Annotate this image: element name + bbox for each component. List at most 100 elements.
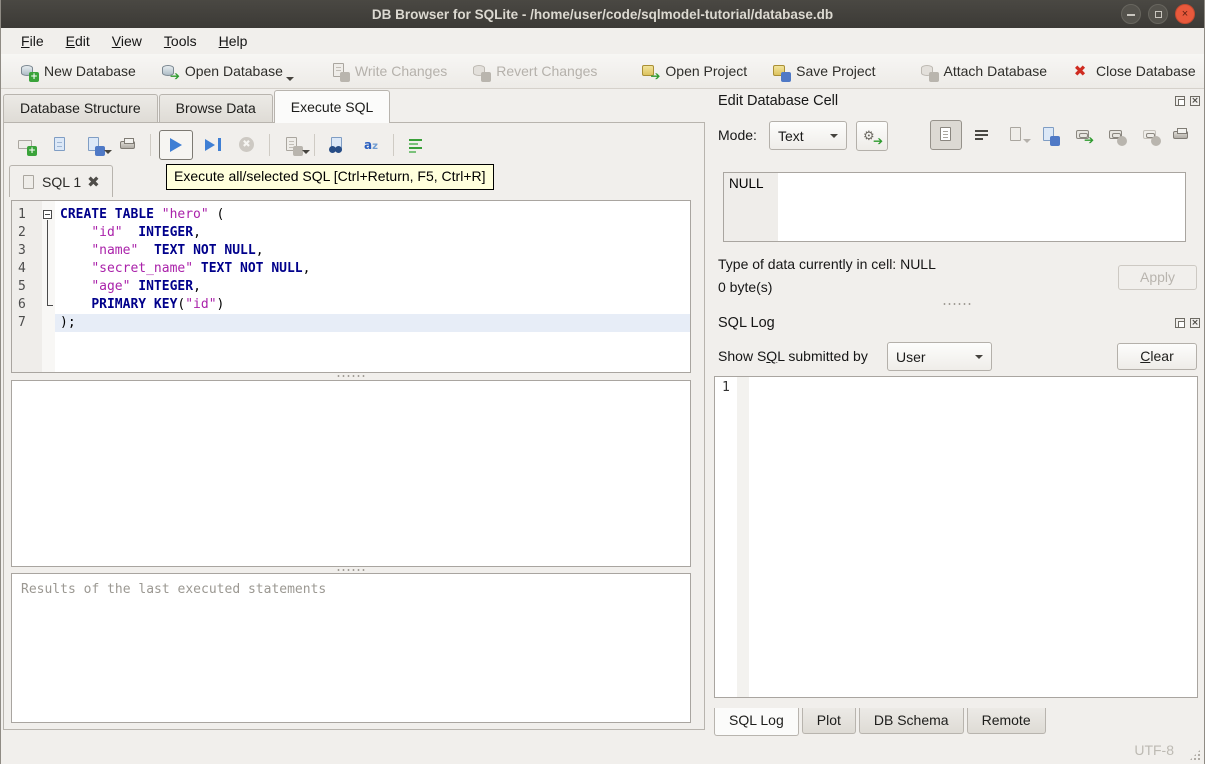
open-database-button[interactable]: ➔ Open Database — [148, 57, 306, 85]
menu-tools[interactable]: Tools — [154, 30, 207, 52]
close-sql-tab-icon[interactable]: ✖ — [87, 173, 100, 191]
save-results-icon — [283, 136, 303, 156]
menu-file[interactable]: File — [11, 30, 54, 52]
open-database-icon: ➔ — [160, 62, 180, 82]
print-cell-button[interactable] — [1165, 120, 1197, 150]
title-bar[interactable]: DB Browser for SQLite - /home/user/code/… — [1, 0, 1204, 28]
format-sql-button[interactable] — [402, 130, 430, 160]
save-sql-dropdown-icon[interactable] — [104, 150, 112, 154]
maximize-button[interactable] — [1148, 4, 1168, 24]
revert-changes-button[interactable]: Revert Changes — [459, 57, 609, 85]
print-sql-button[interactable] — [114, 130, 142, 160]
log-fold-margin — [737, 377, 749, 697]
maximize-icon — [1154, 11, 1162, 18]
execute-icon — [167, 136, 185, 154]
minimize-button[interactable] — [1121, 4, 1141, 24]
splitter-handle[interactable] — [717, 301, 1197, 307]
toolbar-separator — [269, 134, 270, 156]
tab-remote[interactable]: Remote — [966, 708, 1046, 734]
tab-sql-log[interactable]: SQL Log — [714, 708, 799, 736]
menu-help[interactable]: Help — [209, 30, 258, 52]
sql-log-view[interactable]: 1 — [714, 376, 1198, 698]
write-changes-button[interactable]: Write Changes — [318, 57, 459, 85]
chevron-down-icon — [830, 133, 838, 138]
open-project-icon: ➔ — [640, 62, 660, 82]
mode-select[interactable]: Text — [769, 121, 847, 150]
open-in-external-button[interactable]: ➔ — [1067, 120, 1099, 150]
save-results-dropdown-icon[interactable] — [302, 150, 310, 154]
save-project-button[interactable]: Save Project — [759, 57, 887, 85]
auto-completion-button[interactable]: az — [357, 130, 385, 160]
sql-editor[interactable]: 1234567 CREATE TABLE "hero" ( "id" INTEG… — [11, 200, 691, 373]
results-message-panel[interactable]: Results of the last executed statements — [11, 573, 691, 723]
copy-url-button[interactable] — [1100, 120, 1132, 150]
print-icon — [1172, 126, 1190, 144]
new-database-button[interactable]: + New Database — [7, 57, 148, 85]
cell-size-info: 0 byte(s) — [718, 279, 773, 295]
set-null-button[interactable] — [1134, 120, 1166, 150]
splitter-handle[interactable] — [11, 373, 691, 379]
close-database-button[interactable]: ✖ Close Database — [1059, 57, 1204, 85]
stop-execution-button[interactable]: ✖ — [233, 130, 261, 160]
auto-switch-mode-button[interactable]: ⚙ ➔ — [856, 121, 888, 151]
main-tab-widget: Database Structure Browse Data Execute S… — [1, 89, 708, 736]
print-icon — [119, 136, 137, 154]
open-project-button[interactable]: ➔ Open Project — [628, 57, 759, 85]
dock-close-icon[interactable]: × — [1190, 318, 1200, 328]
toolbar-separator — [150, 134, 151, 156]
menu-bar: File Edit View Tools Help — [1, 28, 1204, 54]
execute-sql-button[interactable] — [159, 130, 193, 160]
tab-database-structure[interactable]: Database Structure — [3, 94, 158, 123]
revert-changes-icon — [471, 62, 492, 82]
menu-edit[interactable]: Edit — [56, 30, 100, 52]
import-dropdown-icon — [1023, 139, 1031, 143]
dock-float-icon[interactable] — [1175, 318, 1185, 328]
word-wrap-button[interactable] — [966, 120, 998, 150]
attach-database-icon — [919, 62, 939, 82]
save-sql-file-button[interactable] — [80, 130, 112, 160]
log-line-number: 1 — [722, 380, 730, 395]
menu-view[interactable]: View — [102, 30, 152, 52]
editor-fold-margin[interactable] — [42, 201, 55, 372]
dock-close-icon[interactable]: × — [1190, 96, 1200, 106]
execute-line-icon — [204, 136, 222, 154]
results-grid[interactable] — [11, 380, 691, 567]
tab-plot[interactable]: Plot — [801, 708, 856, 734]
import-data-button[interactable] — [1000, 120, 1032, 150]
link-icon — [1107, 126, 1127, 146]
tab-browse-data[interactable]: Browse Data — [158, 94, 273, 123]
editor-code-area[interactable]: CREATE TABLE "hero" ( "id" INTEGER, "nam… — [55, 201, 690, 372]
open-database-dropdown-icon[interactable] — [285, 77, 294, 81]
new-sql-tab-icon: + — [17, 136, 37, 156]
clear-log-button[interactable]: Clear — [1117, 343, 1197, 370]
tab-db-schema[interactable]: DB Schema — [858, 708, 964, 734]
new-sql-tab-button[interactable]: + — [12, 130, 40, 160]
resize-grip[interactable] — [1189, 749, 1201, 761]
dock-float-icon[interactable] — [1175, 96, 1185, 106]
log-filter-select[interactable]: User — [887, 342, 992, 371]
export-data-button[interactable] — [1033, 120, 1065, 150]
log-filter-label: Show SQL submitted by — [718, 348, 868, 364]
toolbar-separator — [314, 134, 315, 156]
close-button[interactable]: × — [1175, 4, 1195, 24]
log-line-number-gutter: 1 — [715, 377, 737, 697]
cell-value-editor[interactable]: NULL — [723, 172, 1186, 242]
close-database-icon: ✖ — [1073, 62, 1087, 80]
sql-doc-tab[interactable]: SQL 1 ✖ — [9, 165, 113, 197]
results-placeholder-text: Results of the last executed statements — [21, 582, 327, 597]
tab-execute-sql[interactable]: Execute SQL — [273, 90, 391, 123]
word-wrap-icon — [973, 126, 991, 144]
open-sql-file-button[interactable] — [46, 130, 74, 160]
sql-log-dock-buttons: × — [1175, 318, 1200, 328]
apply-button[interactable]: Apply — [1118, 265, 1197, 290]
window-controls: × — [1121, 4, 1195, 24]
execute-current-line-button[interactable] — [199, 130, 227, 160]
attach-database-button[interactable]: Attach Database — [907, 57, 1060, 85]
save-results-button[interactable] — [278, 130, 310, 160]
write-changes-icon — [330, 62, 350, 82]
find-button[interactable] — [323, 130, 351, 160]
mode-label: Mode: — [718, 127, 757, 143]
minimize-icon — [1127, 14, 1135, 16]
text-mode-toggle-button[interactable] — [930, 120, 962, 150]
sql-doc-tab-label: SQL 1 — [42, 173, 82, 190]
